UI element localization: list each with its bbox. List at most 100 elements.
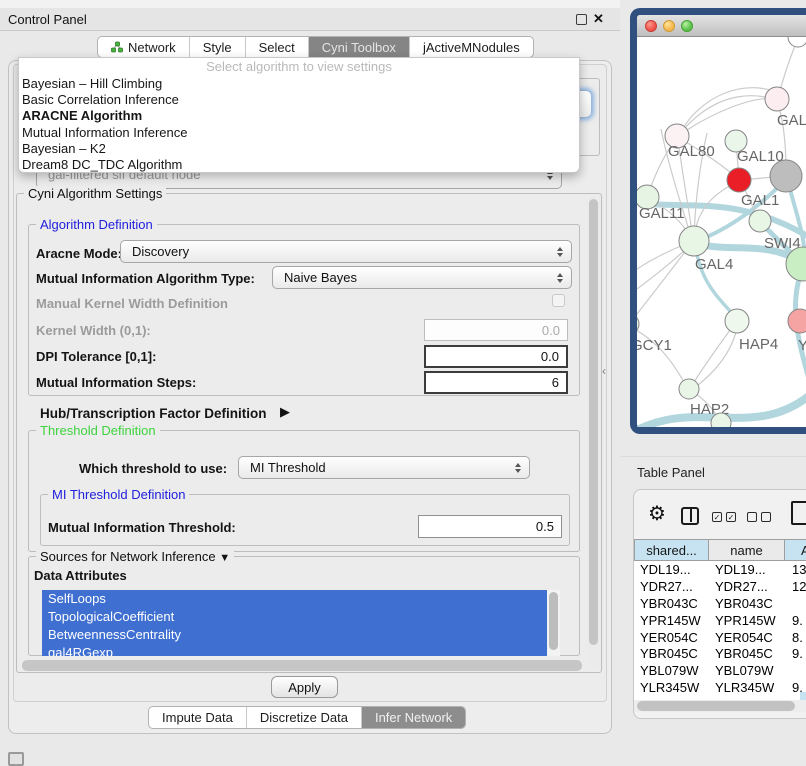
cell-shared-name: YBL079W (634, 663, 709, 678)
algorithm-option-selected[interactable]: ARACNE Algorithm (19, 108, 579, 124)
algorithm-option[interactable]: Bayesian – K2 (19, 141, 579, 157)
network-node-label: GAL80 (668, 143, 715, 160)
network-node[interactable] (788, 309, 806, 333)
attribute-item[interactable]: BetweennessCentrality (42, 626, 547, 644)
algorithm-option[interactable]: Basic Correlation Inference (19, 92, 579, 108)
control-panel-top-strip (0, 0, 620, 8)
network-node[interactable] (679, 226, 709, 256)
column-header-shared-name[interactable]: shared... (634, 539, 709, 561)
threshold-definition-title: Threshold Definition (36, 423, 160, 438)
hub-expander-label[interactable]: Hub/Transcription Factor Definition (40, 406, 267, 421)
tab-select[interactable]: Select (246, 37, 309, 57)
column-header-third[interactable]: A (784, 539, 806, 561)
table-row[interactable]: YER054CYER054C8. (634, 629, 806, 646)
mi-threshold-field[interactable]: 0.5 (418, 515, 562, 538)
network-node[interactable] (770, 160, 802, 192)
tab-impute-data[interactable]: Impute Data (149, 707, 247, 728)
dpi-tolerance-field[interactable]: 0.0 (424, 345, 568, 368)
table-row[interactable]: YBR043CYBR043C (634, 595, 806, 612)
network-window-titlebar[interactable] (637, 15, 806, 37)
tab-discretize-data-label: Discretize Data (260, 710, 348, 725)
cell-shared-name: YBR045C (634, 646, 709, 661)
which-threshold-combo[interactable]: MI Threshold (238, 456, 530, 479)
manual-kernel-width-checkbox[interactable] (552, 294, 565, 307)
network-node[interactable] (727, 168, 751, 192)
apply-button[interactable]: Apply (271, 676, 338, 698)
attribute-item[interactable]: SelfLoops (42, 590, 547, 608)
bottom-tabbar: Impute Data Discretize Data Infer Networ… (148, 706, 466, 729)
expander-right-icon[interactable]: ▶ (280, 404, 290, 420)
tab-cyni-toolbox[interactable]: Cyni Toolbox (309, 37, 410, 57)
checked-checkbox-icon[interactable]: ✓ (726, 512, 736, 522)
table-row[interactable]: YLR345WYLR345W9. (634, 679, 806, 696)
cell-shared-name: YLR345W (634, 680, 709, 695)
combo-arrows-icon (557, 247, 563, 257)
table-row[interactable]: YBL079WYBL079W (634, 662, 806, 679)
network-node[interactable] (679, 379, 699, 399)
algorithm-option[interactable]: Dream8 DC_TDC Algorithm (19, 157, 579, 173)
table-row[interactable]: YPR145WYPR145W9. (634, 612, 806, 629)
network-node-label: GCY1 (637, 337, 672, 354)
algorithm-option[interactable]: Mutual Information Inference (19, 125, 579, 141)
attribute-item[interactable]: TopologicalCoefficient (42, 608, 547, 626)
algorithm-popup-placeholder: Select algorithm to view settings (19, 58, 579, 76)
network-node[interactable] (749, 210, 771, 232)
close-window-icon[interactable] (645, 20, 657, 32)
algorithm-option[interactable]: Bayesian – Hill Climbing (19, 76, 579, 92)
network-node[interactable] (788, 37, 806, 47)
attribute-item[interactable]: gal4RGexp (42, 644, 547, 656)
mi-threshold-group-title: MI Threshold Definition (48, 487, 189, 502)
dpi-tolerance-label: DPI Tolerance [0,1]: (36, 349, 156, 364)
checked-checkbox-icon[interactable]: ✓ (712, 512, 722, 522)
split-columns-icon[interactable] (681, 507, 699, 525)
unchecked-checkbox-icon[interactable] (761, 512, 771, 522)
manual-kernel-width-label: Manual Kernel Width Definition (36, 296, 228, 311)
apply-button-label: Apply (288, 680, 321, 695)
combo-arrows-icon (515, 463, 521, 473)
aracne-mode-combo[interactable]: Discovery (120, 240, 572, 263)
network-node[interactable] (765, 87, 789, 111)
aracne-mode-value: Discovery (132, 244, 189, 259)
tab-style-label: Style (203, 40, 232, 55)
mi-steps-field[interactable]: 6 (424, 371, 568, 394)
table-row[interactable]: YDL19...YDL19...13 (634, 561, 806, 578)
tab-infer-network[interactable]: Infer Network (362, 707, 465, 728)
panel-grip-icon[interactable] (8, 752, 24, 766)
network-node[interactable] (725, 309, 749, 333)
minimize-window-icon[interactable] (663, 20, 675, 32)
collapse-triangle-icon[interactable]: ▼ (219, 552, 230, 564)
table-row[interactable]: YBR045CYBR045C9. (634, 645, 806, 662)
attributes-vscroll-thumb[interactable] (549, 592, 558, 650)
cell-shared-name: YPR145W (634, 613, 709, 628)
gear-icon[interactable]: ⚙ (648, 501, 666, 526)
tab-discretize-data[interactable]: Discretize Data (247, 707, 362, 728)
tab-jactivemnodules[interactable]: jActiveMNodules (410, 37, 533, 57)
mi-algorithm-type-combo[interactable]: Naive Bayes (272, 266, 572, 289)
close-panel-icon[interactable]: ✕ (593, 11, 604, 27)
dpi-tolerance-value: 0.0 (541, 349, 559, 364)
settings-vscroll-thumb[interactable] (589, 199, 598, 645)
app-root: { "control_panel": { "title": "Control P… (0, 0, 806, 762)
float-panel-icon[interactable] (576, 14, 587, 25)
tab-style[interactable]: Style (190, 37, 246, 57)
table-row[interactable]: YDR27...YDR27...12 (634, 578, 806, 595)
network-canvas[interactable]: GALGAL80GAL10GAL1GAL11SWI4GAL4GCY1HAP4YH… (637, 37, 806, 427)
zoom-window-icon[interactable] (681, 20, 693, 32)
algorithm-definition-title: Algorithm Definition (36, 217, 157, 232)
kernel-width-field[interactable]: 0.0 (424, 319, 568, 341)
cell-shared-name: YDR27... (634, 579, 709, 594)
tab-network[interactable]: Network (98, 37, 190, 57)
cell-shared-name: YDL19... (634, 562, 709, 577)
column-header-name[interactable]: name (708, 539, 785, 561)
tab-impute-data-label: Impute Data (162, 710, 233, 725)
mi-steps-label: Mutual Information Steps: (36, 375, 196, 390)
table-hscroll-thumb[interactable] (637, 701, 795, 711)
unchecked-checkbox-icon[interactable] (747, 512, 757, 522)
tab-infer-network-label: Infer Network (375, 710, 452, 725)
new-table-icon[interactable] (791, 501, 806, 525)
settings-hscroll-thumb[interactable] (22, 660, 582, 671)
cell-name: YPR145W (709, 613, 785, 628)
cell-name: YER054C (709, 630, 785, 645)
mi-threshold-value: 0.5 (536, 519, 554, 534)
splitter-collapse-icon[interactable]: ‹ (602, 364, 606, 378)
